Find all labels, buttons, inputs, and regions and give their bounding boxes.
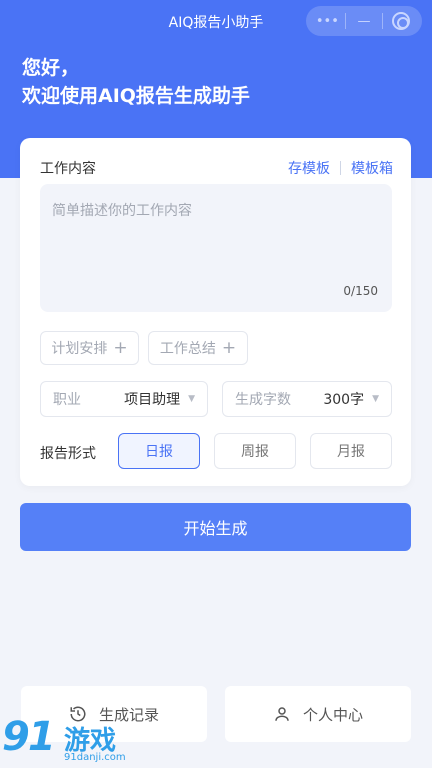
word-count-label: 生成字数 [235, 392, 291, 408]
template-links: 存模板 模板箱 [288, 158, 393, 178]
char-counter: 0/150 [343, 284, 378, 298]
work-content-box: 0/150 [40, 184, 392, 312]
occupation-select[interactable]: 职业 项目助理 ▼ [40, 381, 208, 417]
plan-chip[interactable]: 计划安排 + [40, 331, 139, 365]
template-box-link[interactable]: 模板箱 [351, 158, 393, 178]
plan-chip-label: 计划安排 [51, 341, 108, 357]
greeting: 您好， 欢迎使用AIQ报告生成助手 [22, 54, 250, 110]
capsule-divider [381, 13, 383, 29]
report-form-card: 工作内容 存模板 模板箱 0/150 计划安排 + 工作总结 + 职业 项目助理… [20, 138, 411, 486]
work-content-input[interactable] [40, 184, 392, 312]
top-bar: AIQ报告小助手 ••• — [0, 0, 432, 42]
watermark-number: 91 [2, 714, 56, 760]
minimize-icon[interactable]: — [351, 11, 377, 31]
format-daily[interactable]: 日报 [118, 433, 200, 469]
word-count-select[interactable]: 生成字数 300字 ▼ [222, 381, 392, 417]
start-generate-button[interactable]: 开始生成 [20, 503, 411, 551]
summary-chip-label: 工作总结 [159, 341, 216, 357]
occupation-value: 项目助理 [124, 392, 181, 408]
capsule-divider [345, 13, 347, 29]
greeting-line-1: 您好， [22, 57, 80, 79]
save-template-link[interactable]: 存模板 [288, 158, 330, 178]
watermark-url: 91danji.com [64, 752, 126, 763]
profile-label: 个人中心 [302, 705, 363, 724]
work-content-label: 工作内容 [40, 161, 96, 177]
plus-icon: + [113, 338, 128, 358]
mini-program-capsule: ••• — [306, 6, 422, 36]
close-icon[interactable] [388, 11, 414, 31]
plus-icon: + [221, 338, 237, 358]
summary-chip[interactable]: 工作总结 + [148, 331, 248, 365]
chevron-down-icon: ▼ [188, 394, 195, 404]
more-icon[interactable]: ••• [314, 11, 340, 31]
format-weekly[interactable]: 周报 [214, 433, 296, 469]
report-format-label: 报告形式 [40, 446, 96, 462]
link-divider [340, 161, 341, 175]
format-monthly[interactable]: 月报 [310, 433, 392, 469]
profile-button[interactable]: 个人中心 [225, 686, 411, 742]
user-icon [275, 707, 289, 721]
greeting-line-2: 欢迎使用AIQ报告生成助手 [22, 85, 250, 107]
site-watermark: 91 游戏 91danji.com [0, 710, 160, 768]
occupation-label: 职业 [53, 392, 81, 408]
word-count-value: 300字 [323, 392, 365, 408]
chevron-down-icon: ▼ [372, 394, 379, 404]
